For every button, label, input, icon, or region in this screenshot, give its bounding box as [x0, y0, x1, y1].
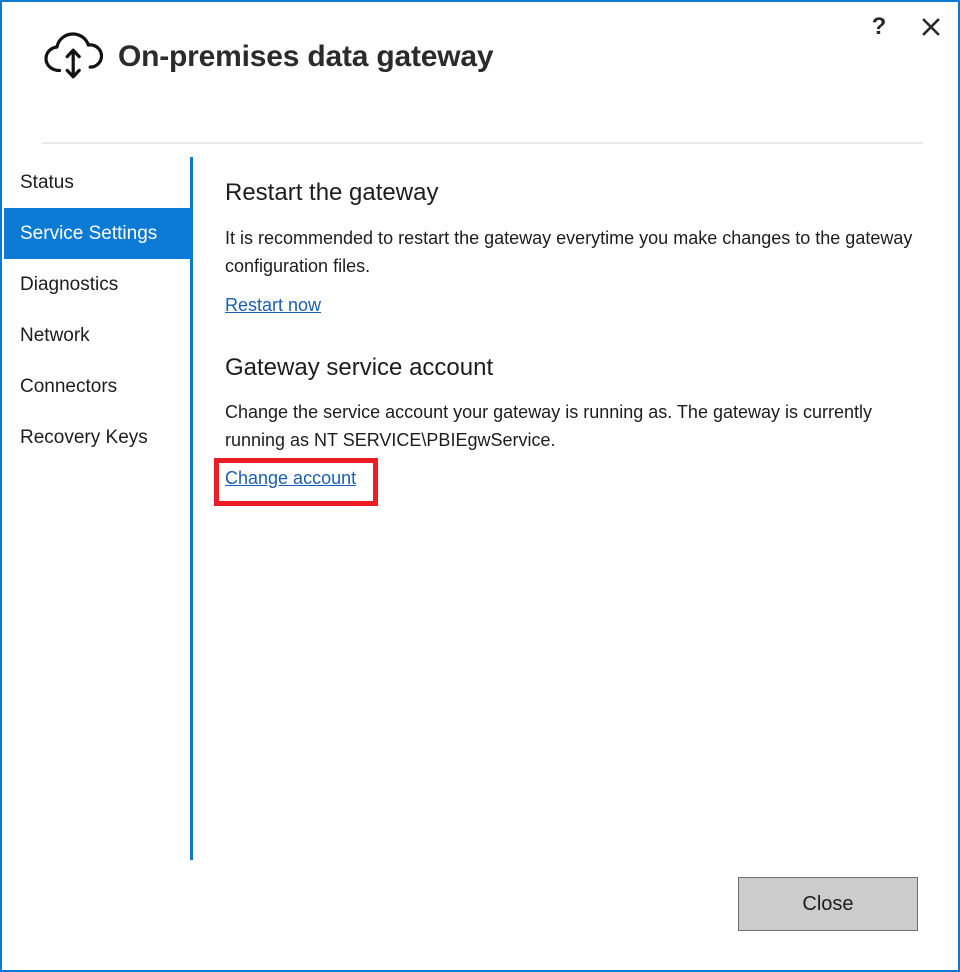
close-window-button[interactable]	[914, 10, 948, 44]
header-divider	[42, 142, 923, 144]
sidebar-item-label: Connectors	[20, 375, 118, 397]
sidebar-item-label: Status	[20, 171, 74, 193]
restart-section-description: It is recommended to restart the gateway…	[225, 228, 913, 276]
restart-section-heading: Restart the gateway	[225, 179, 439, 206]
sidebar-item-label: Network	[20, 324, 90, 346]
close-button[interactable]: Close	[738, 877, 918, 931]
sidebar-item-label: Service Settings	[20, 222, 158, 244]
sidebar-nav: Status Service Settings Diagnostics Netw…	[4, 157, 190, 463]
sidebar-item-label: Diagnostics	[20, 273, 119, 295]
change-account-link[interactable]: Change account	[225, 465, 356, 491]
app-brand: On-premises data gateway	[42, 30, 494, 84]
account-section-description: Change the service account your gateway …	[225, 402, 873, 450]
account-section-heading: Gateway service account	[225, 354, 494, 381]
close-button-label: Close	[802, 892, 854, 915]
sidebar-item-status[interactable]: Status	[4, 157, 190, 208]
sidebar-item-recovery-keys[interactable]: Recovery Keys	[4, 412, 190, 463]
restart-now-link[interactable]: Restart now	[225, 292, 321, 318]
titlebar-buttons: ?	[862, 10, 948, 44]
sidebar-item-label: Recovery Keys	[20, 426, 148, 448]
help-button[interactable]: ?	[862, 10, 896, 44]
page-title: On-premises data gateway	[118, 40, 494, 73]
gateway-configuration-window: ? On-premises data gateway Status Servic…	[0, 0, 960, 972]
sidebar-item-diagnostics[interactable]: Diagnostics	[4, 259, 190, 310]
sidebar-item-network[interactable]: Network	[4, 310, 190, 361]
window-header: On-premises data gateway	[2, 2, 958, 144]
sidebar-item-service-settings[interactable]: Service Settings	[4, 208, 190, 259]
cloud-up-down-arrow-icon	[42, 30, 104, 84]
sidebar-item-connectors[interactable]: Connectors	[4, 361, 190, 412]
sidebar-divider	[190, 157, 193, 860]
close-x-icon	[921, 17, 941, 37]
question-mark-icon: ?	[871, 13, 887, 40]
